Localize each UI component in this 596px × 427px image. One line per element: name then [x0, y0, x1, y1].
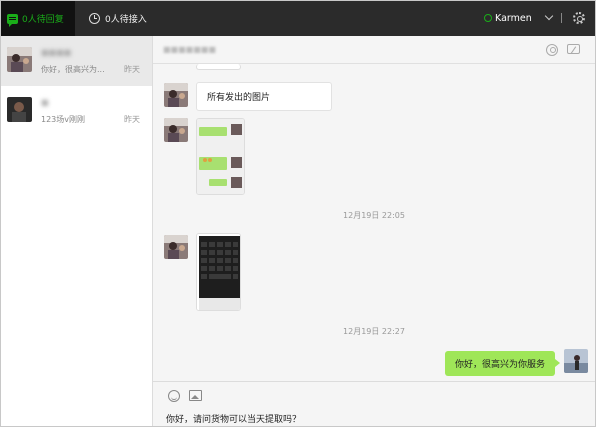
transfer-icon[interactable]	[546, 44, 558, 56]
image-message-fragment[interactable]	[196, 64, 241, 70]
emoji-icon[interactable]	[168, 390, 180, 402]
app-window: 0人待回复 0人待接入 Karmen ■■■■ 你好，很高兴为... 昨天 ■ …	[0, 0, 596, 427]
avatar	[164, 83, 188, 107]
end-session-icon[interactable]	[567, 44, 580, 54]
chat-title-blurred: ■■■■■■■	[163, 45, 216, 54]
last-message: 你好，很高兴为...	[41, 65, 105, 74]
image-message[interactable]	[196, 118, 245, 195]
chat-screenshot-image	[197, 119, 244, 194]
timestamp: 12月19日 22:27	[343, 327, 405, 336]
conversation-item[interactable]: ■ 123场v刚刚 昨天	[1, 86, 152, 136]
tab-pending-access-label: 0人待接入	[105, 15, 147, 25]
avatar	[564, 349, 588, 373]
tab-pending-reply[interactable]: 0人待回复	[1, 1, 75, 36]
gear-icon[interactable]	[573, 12, 585, 24]
keyboard-photo-image	[197, 234, 240, 310]
message-composer: 你好，请问货物可以当天提取吗？	[153, 381, 595, 426]
contact-name-blurred: ■	[41, 98, 49, 107]
last-time: 昨天	[124, 65, 140, 74]
chat-header: ■■■■■■■	[153, 36, 595, 64]
avatar	[7, 47, 32, 72]
tab-pending-reply-label: 0人待回复	[22, 15, 64, 25]
clock-icon	[89, 13, 100, 24]
avatar	[164, 235, 188, 259]
agent-name[interactable]: Karmen	[495, 1, 532, 36]
top-bar: 0人待回复 0人待接入 Karmen	[1, 1, 595, 36]
tab-pending-access[interactable]: 0人待接入	[89, 1, 147, 36]
avatar	[7, 97, 32, 122]
chat-bubble-icon	[7, 13, 18, 27]
last-time: 昨天	[124, 115, 140, 124]
outgoing-message-bubble: 你好，很高兴为你服务	[444, 351, 561, 376]
chevron-down-icon[interactable]	[544, 11, 554, 21]
conversation-item[interactable]: ■■■■ 你好，很高兴为... 昨天	[1, 36, 152, 86]
message-bubble: 所有发出的图片	[196, 82, 332, 111]
timestamp: 12月19日 22:05	[343, 211, 405, 220]
contact-name-blurred: ■■■■	[41, 48, 72, 57]
online-status-icon	[484, 14, 492, 22]
image-message[interactable]	[196, 233, 241, 311]
chat-panel: ■■■■■■■ 所有发出的图片 12月19日 22:05 12月19日 22:2…	[153, 36, 595, 426]
conversation-list: ■■■■ 你好，很高兴为... 昨天 ■ 123场v刚刚 昨天	[1, 36, 153, 426]
avatar	[164, 118, 188, 142]
divider	[561, 13, 562, 23]
last-message: 123场v刚刚	[41, 115, 86, 124]
message-input[interactable]: 你好，请问货物可以当天提取吗？	[166, 412, 301, 425]
image-upload-icon[interactable]	[189, 390, 202, 401]
